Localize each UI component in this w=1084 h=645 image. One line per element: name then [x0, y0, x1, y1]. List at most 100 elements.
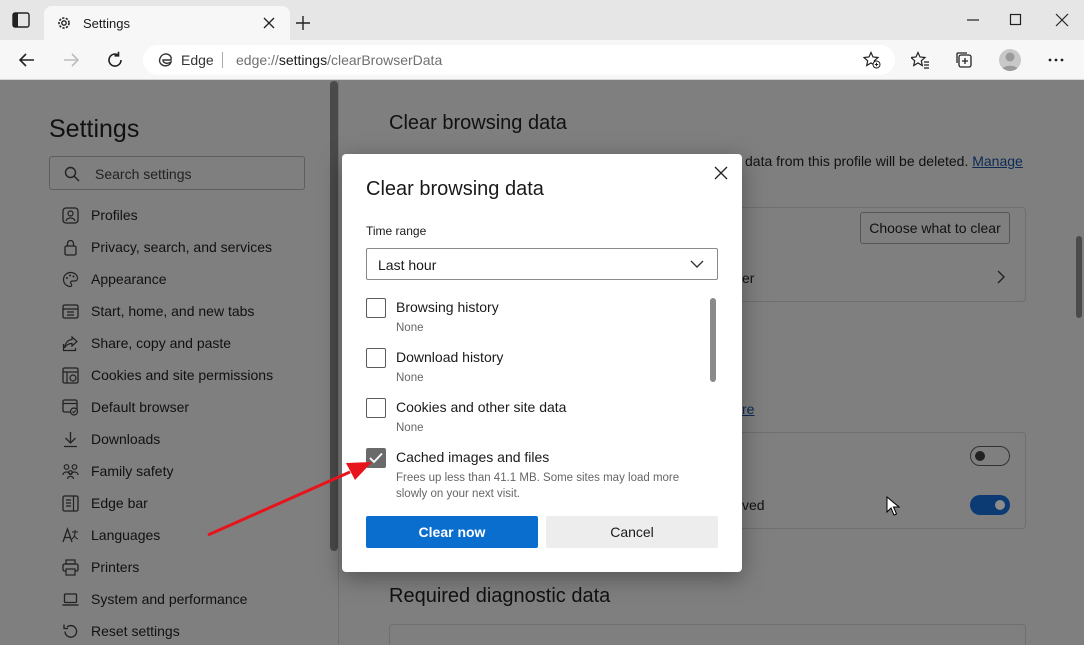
chevron-down-icon [690, 260, 704, 268]
sidebar-item-system[interactable]: System and performance [62, 588, 322, 612]
choose-what-to-clear-button[interactable]: Choose what to clear [860, 212, 1010, 244]
share-icon [62, 335, 78, 352]
tab-title: Settings [83, 16, 130, 31]
minimize-icon[interactable] [966, 13, 980, 27]
sidebar-scrollbar[interactable] [330, 81, 338, 551]
url-path: /clearBrowserData [327, 52, 443, 68]
sidebar-item-label: Reset settings [91, 623, 180, 639]
toggle-switch-on[interactable] [970, 495, 1010, 515]
sidebar-item-label: Edge bar [91, 495, 148, 511]
refresh-icon[interactable] [106, 51, 124, 69]
window-close-icon[interactable] [1055, 13, 1069, 27]
home-tabs-icon [62, 304, 79, 319]
sidebar-item-label: Family safety [91, 463, 174, 479]
sidebar-item-languages[interactable]: Languages [62, 524, 322, 548]
languages-icon [62, 527, 79, 543]
chevron-right-icon[interactable] [996, 269, 1006, 285]
time-range-value: Last hour [378, 257, 437, 273]
search-placeholder: Search settings [95, 166, 192, 182]
manage-link[interactable]: Manage [972, 153, 1023, 169]
back-icon[interactable] [18, 51, 36, 69]
title-bar: Settings [0, 0, 1084, 40]
sidebar-item-default-browser[interactable]: Default browser [62, 396, 322, 420]
family-icon [62, 464, 79, 480]
toggle-switch-off[interactable] [970, 446, 1010, 466]
favorites-icon[interactable] [911, 51, 929, 69]
sidebar-item-label: Downloads [91, 431, 161, 447]
gear-icon [58, 17, 70, 29]
add-favorite-icon[interactable] [863, 51, 881, 69]
sidebar-item-cookies[interactable]: Cookies and site permissions [62, 364, 322, 388]
sidebar-item-edge-bar[interactable]: Edge bar [62, 492, 322, 516]
clear-now-button[interactable]: Clear now [366, 516, 538, 548]
forward-icon[interactable] [62, 51, 80, 69]
cancel-button[interactable]: Cancel [546, 516, 718, 548]
url-scheme: edge:// [236, 52, 279, 68]
tab-actions-icon[interactable] [12, 12, 30, 28]
sidebar-item-printers[interactable]: Printers [62, 556, 322, 580]
toolbar: Edge edge://settings/clearBrowserData [0, 40, 1084, 80]
checkbox-checked[interactable] [366, 448, 386, 468]
sidebar-item-label: Profiles [91, 207, 138, 223]
section-title: Clear browsing data [389, 112, 567, 134]
sidebar-item-start-home[interactable]: Start, home, and new tabs [62, 300, 322, 324]
section-description: data from this profile will be deleted. … [745, 153, 1023, 169]
toggle-row-label-partial: ved [742, 497, 765, 513]
option-label: Browsing history [396, 299, 499, 315]
toggle-knob [975, 451, 985, 461]
more-icon[interactable] [1047, 51, 1065, 69]
sidebar-item-label: Languages [91, 527, 161, 543]
description-text: data from this profile will be deleted. [745, 153, 969, 169]
link-partial[interactable]: re [742, 401, 754, 417]
settings-sidebar: Settings Search settings Profiles Privac… [0, 81, 338, 645]
sidebar-item-label: Default browser [91, 399, 190, 415]
close-icon[interactable] [262, 16, 276, 30]
palette-icon [62, 271, 79, 288]
close-icon[interactable] [714, 166, 728, 180]
search-input[interactable]: Search settings [49, 156, 305, 190]
mouse-cursor-icon [886, 496, 900, 516]
sidebar-item-privacy[interactable]: Privacy, search, and services [62, 236, 322, 260]
address-brand: Edge [181, 52, 214, 68]
avatar[interactable] [999, 49, 1021, 71]
sidebar-item-label: Printers [91, 559, 140, 575]
time-range-label: Time range [366, 224, 427, 238]
sidebar-title: Settings [49, 115, 140, 143]
sidebar-item-label: Share, copy and paste [91, 335, 232, 351]
maximize-icon[interactable] [1009, 13, 1023, 27]
address-bar[interactable]: Edge edge://settings/clearBrowserData [143, 45, 895, 75]
address-url[interactable]: edge://settings/clearBrowserData [236, 52, 442, 68]
edge-bar-icon [62, 495, 79, 512]
address-separator [222, 52, 223, 68]
time-range-select[interactable]: Last hour [366, 248, 718, 280]
sidebar-item-appearance[interactable]: Appearance [62, 268, 322, 292]
checkmark-icon [369, 452, 383, 464]
sidebar-item-profiles[interactable]: Profiles [62, 204, 322, 228]
sidebar-item-family-safety[interactable]: Family safety [62, 460, 322, 484]
edge-logo-icon [158, 53, 173, 67]
sidebar-item-reset[interactable]: Reset settings [62, 620, 322, 644]
sidebar-item-label: System and performance [91, 591, 248, 607]
checkbox[interactable] [366, 348, 386, 368]
sidebar-item-label: Cookies and site permissions [91, 367, 274, 383]
checkbox[interactable] [366, 298, 386, 318]
dialog-scrollbar[interactable] [710, 298, 716, 382]
tab-settings[interactable]: Settings [44, 6, 290, 40]
search-icon [64, 166, 80, 182]
collections-icon[interactable] [955, 51, 973, 69]
option-label: Download history [396, 349, 504, 365]
cookie-permissions-icon [62, 367, 79, 384]
printer-icon [62, 559, 79, 576]
sidebar-item-label: Appearance [91, 271, 167, 287]
main-scrollbar[interactable] [1076, 236, 1082, 318]
default-browser-icon [62, 399, 79, 416]
sidebar-item-share-copy[interactable]: Share, copy and paste [62, 332, 322, 356]
checkbox[interactable] [366, 398, 386, 418]
toggle-knob [995, 500, 1005, 510]
url-host: settings [278, 52, 328, 68]
diagnostic-card [389, 624, 1026, 645]
sidebar-item-downloads[interactable]: Downloads [62, 428, 322, 452]
sidebar-item-label: Start, home, and new tabs [91, 303, 255, 319]
sidebar-divider [338, 81, 339, 645]
new-tab-icon[interactable] [296, 16, 310, 30]
